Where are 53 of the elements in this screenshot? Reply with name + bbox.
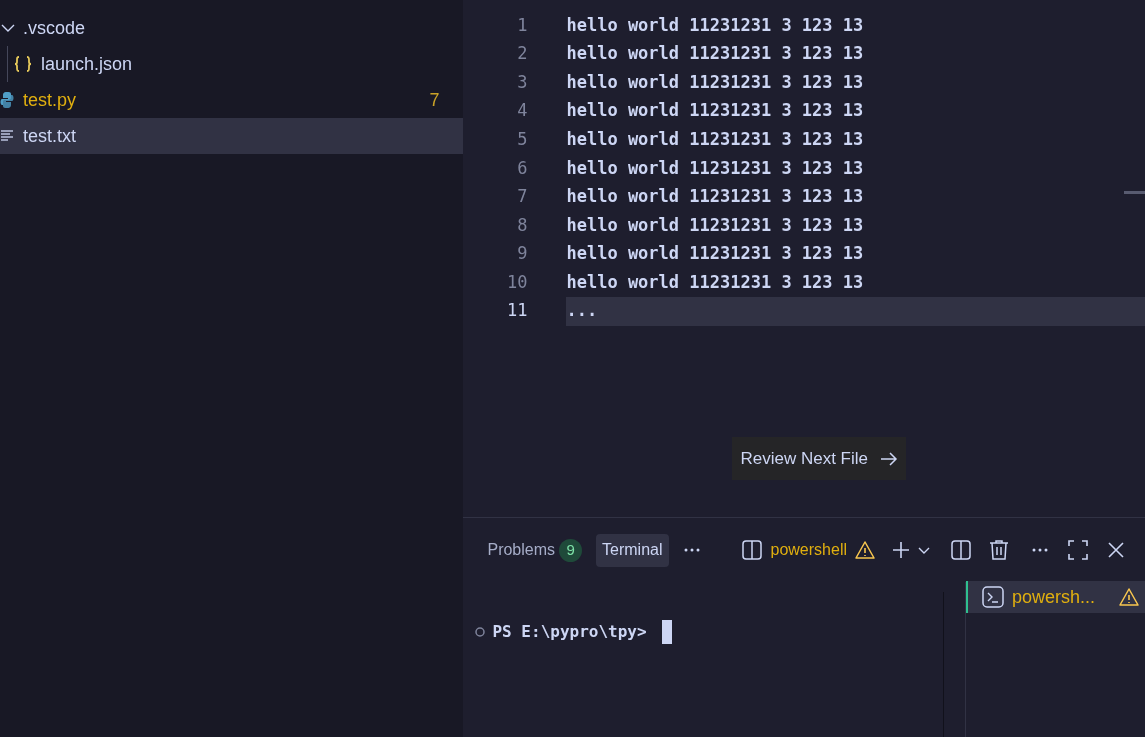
plus-icon[interactable] bbox=[891, 540, 911, 560]
file-tree-item[interactable]: .vscode bbox=[0, 10, 464, 46]
code-line: hello world 11231231 3 123 13 bbox=[566, 42, 865, 66]
trash-icon[interactable] bbox=[989, 539, 1009, 561]
more-icon[interactable] bbox=[1031, 547, 1049, 553]
code-line: hello world 11231231 3 123 13 bbox=[566, 13, 865, 37]
line-number: 6 bbox=[516, 156, 528, 180]
code-line: hello world 11231231 3 123 13 bbox=[566, 185, 865, 209]
line-number: 5 bbox=[516, 127, 528, 151]
code-line: hello world 11231231 3 123 13 bbox=[566, 213, 865, 237]
code-line: hello world 11231231 3 123 13 bbox=[566, 70, 865, 94]
line-number: 11 bbox=[506, 299, 528, 323]
line-number: 8 bbox=[516, 213, 528, 237]
terminal-label: powersh... bbox=[1012, 585, 1096, 609]
problem-count: 7 bbox=[429, 88, 440, 112]
circle-icon bbox=[475, 627, 486, 637]
terminal-icon bbox=[982, 586, 1004, 608]
code-line: hello world 11231231 3 123 13 bbox=[566, 270, 865, 294]
line-number: 2 bbox=[516, 42, 528, 66]
terminal-cursor bbox=[661, 620, 672, 644]
review-next-file-button[interactable]: Review Next File bbox=[732, 437, 906, 480]
file-tree-item[interactable]: test.txt bbox=[0, 118, 464, 154]
more-icon[interactable] bbox=[682, 547, 701, 553]
file-name: .vscode bbox=[23, 16, 86, 40]
braces-icon bbox=[14, 56, 32, 72]
line-number: 3 bbox=[516, 70, 528, 94]
code-line: hello world 11231231 3 123 13 bbox=[566, 127, 865, 151]
terminal-list-item[interactable]: powersh... bbox=[966, 581, 1145, 613]
file-tree-item[interactable]: launch.json bbox=[0, 46, 464, 82]
terminal-name[interactable]: powershell bbox=[770, 538, 847, 562]
close-icon[interactable] bbox=[1107, 541, 1125, 559]
text-lines-icon bbox=[0, 129, 14, 143]
code-line: hello world 11231231 3 123 13 bbox=[566, 156, 865, 180]
code-line: hello world 11231231 3 123 13 bbox=[566, 99, 865, 123]
snake-icon bbox=[0, 91, 14, 109]
split-icon[interactable] bbox=[950, 539, 972, 561]
panel-tab[interactable]: Problems 9 bbox=[481, 533, 589, 567]
panel-tab[interactable]: Terminal bbox=[596, 533, 669, 567]
line-number: 4 bbox=[516, 99, 528, 123]
file-tree-item[interactable]: test.py 7 bbox=[0, 82, 464, 118]
line-number: 7 bbox=[516, 185, 528, 209]
line-number: 10 bbox=[506, 270, 528, 294]
file-name: test.txt bbox=[23, 124, 76, 148]
split-icon[interactable] bbox=[740, 539, 763, 561]
file-name: test.py bbox=[23, 88, 77, 112]
arrow-right-icon bbox=[880, 450, 898, 467]
file-name: launch.json bbox=[41, 52, 133, 76]
line-number: 1 bbox=[516, 13, 528, 37]
count-badge: 9 bbox=[559, 538, 583, 562]
line-number: 9 bbox=[516, 242, 528, 266]
maximize-icon[interactable] bbox=[1068, 540, 1088, 560]
terminal-prompt: PS E:\pypro\tpy> bbox=[492, 621, 647, 643]
code-line: hello world 11231231 3 123 13 bbox=[566, 242, 865, 266]
